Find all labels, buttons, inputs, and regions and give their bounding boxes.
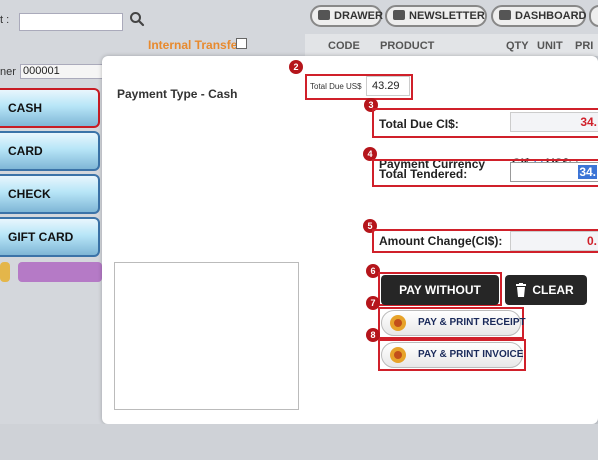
column-unit: UNIT [537,40,563,52]
tab-dashboard-label: DASHBOARD [515,10,587,22]
tab-drawer-label: DRAWER [334,10,383,22]
internal-transfer-label: Internal Transfer [148,38,243,52]
total-due-us-field: 43.29 [366,76,410,96]
total-tendered-value: 34. [578,165,597,179]
tab-newsletter[interactable]: NEWSLETTER [385,5,487,27]
total-due-ci-label: Total Due CI$: [379,117,459,131]
column-code: CODE [328,40,360,52]
pay-print-invoice-label: PAY & PRINT INVOICE [418,349,524,360]
pay-without-print-button[interactable]: PAY WITHOUT PRINT [381,275,499,327]
clear-button-label: CLEAR [532,283,574,297]
trash-icon [516,283,526,297]
background-card-purple [18,262,102,282]
drawer-icon [318,10,330,20]
gift-card-payment-button[interactable]: GIFT CARD [0,217,100,257]
receipt-preview-box [114,262,299,410]
column-price: PRI [575,40,594,52]
payment-type-title: Payment Type - Cash [117,87,238,101]
pay-print-invoice-button[interactable]: PAY & PRINT INVOICE [381,342,523,368]
total-tendered-input[interactable]: 34. [510,162,598,182]
amount-change-label: Amount Change(CI$): [379,234,503,248]
callout-badge-2: 2 [289,60,303,74]
newsletter-icon [393,10,405,20]
cash-payment-button[interactable]: CASH [0,88,100,128]
tab-dashboard[interactable]: DASHBOARD [491,5,587,27]
pay-print-receipt-label: PAY & PRINT RECEIPT [418,317,526,328]
coins-hand-icon [390,315,406,331]
total-due-ci-field: 34. [510,112,598,132]
check-payment-button[interactable]: CHECK [0,174,100,214]
background-card-yellow [0,262,10,282]
customer-label: ner : [0,66,23,78]
column-qty: QTY [506,40,529,52]
column-product: PRODUCT [380,40,435,52]
tab-drawer[interactable]: DRAWER [310,5,383,27]
coins-hand-icon [390,347,406,363]
clear-button[interactable]: CLEAR [505,275,587,305]
amount-change-field: 0. [510,231,598,251]
bottom-strip [0,424,598,460]
card-payment-button[interactable]: CARD [0,131,100,171]
account-input[interactable] [19,13,123,31]
dashboard-icon [499,10,511,20]
account-label: t : [0,14,10,26]
total-due-us-label: Total Due US$ [310,82,362,91]
search-icon[interactable] [129,11,145,27]
internal-transfer-checkbox[interactable] [236,38,247,49]
pay-print-receipt-button[interactable]: PAY & PRINT RECEIPT [381,310,526,336]
tab-newsletter-label: NEWSLETTER [409,10,485,22]
total-tendered-label: Total Tendered: [379,167,468,181]
